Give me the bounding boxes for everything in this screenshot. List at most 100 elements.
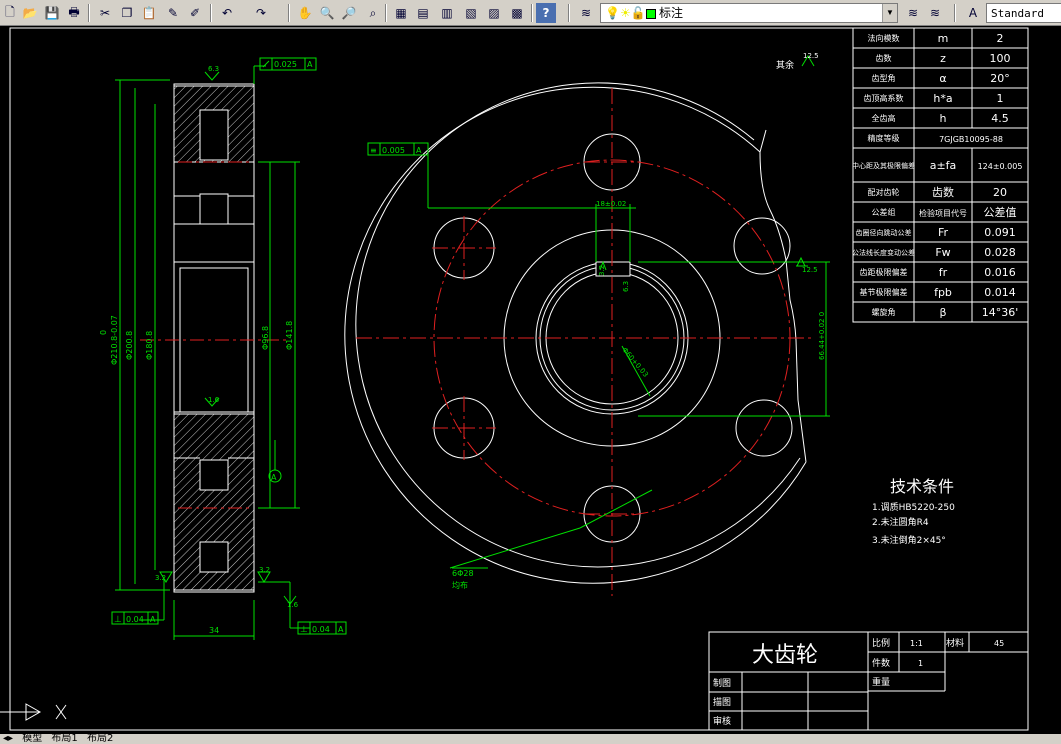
param-value: 100 [990,52,1011,65]
toolpalette-icon[interactable]: ▥ [437,3,457,23]
tab-layout2[interactable]: 布局2 [84,734,116,744]
count-value: 1 [918,659,923,668]
redo-icon[interactable]: ↷ [251,3,271,23]
properties-icon[interactable]: ▦ [391,3,411,23]
rough-1-6b-label: 1.6 [287,601,299,609]
bore-dia-label: Φ60+0.03 [620,346,649,379]
dia-200-label: Φ200.8 [125,331,134,360]
color-swatch-icon [645,8,656,19]
param-value: 0.028 [984,246,1016,259]
pan-icon[interactable]: ✋ [295,3,315,23]
material-label: 材料 [946,637,964,649]
param-name: 公法线长度变动公差 [852,248,915,257]
param-value: 公差值 [984,205,1017,219]
svg-text:⊥: ⊥ [300,625,308,635]
markup-icon[interactable]: ▨ [484,3,504,23]
param-symbol: a±fa [930,159,957,172]
standard-toolbar: 🗋 📂 💾 🖶 ✂ ❐ 📋 ✎ ✐ ↶ ↷ ✋ 🔍 🔎 ⌕ ▦ ▤ ▥ ▧ ▨ … [0,0,1061,26]
param-name: 齿数 [876,53,892,63]
designcenter-icon[interactable]: ▤ [413,3,433,23]
calculator-icon[interactable]: ▩ [507,3,527,23]
symmetry-ref: A [416,146,422,155]
keyway-width-label: 18±0.02 [596,200,626,208]
help-icon[interactable]: ? [536,3,556,23]
param-name: 全齿高 [872,113,896,123]
tab-layout1[interactable]: 布局1 [48,734,80,744]
undo-icon[interactable]: ↶ [217,3,237,23]
save-icon[interactable]: 💾 [42,3,62,23]
dia-180-label: Φ180.8 [145,331,154,360]
rough-12-5a-label: 12.5 [802,266,818,274]
param-value: 124±0.005 [978,162,1023,171]
param-value: 0.016 [984,266,1016,279]
perpendicularity-frame-2: ⊥ 0.04 A [297,621,347,635]
make-current-icon[interactable]: ≋ [903,3,923,23]
new-icon[interactable]: 🗋 [0,3,20,23]
param-name: 齿距极限偏差 [860,267,908,277]
param-value: 0.091 [984,226,1016,239]
weight-label: 重量 [872,676,890,688]
layer-manager-icon[interactable]: ≋ [576,3,596,23]
drawn-label: 制图 [713,677,731,689]
svg-text:⊥: ⊥ [114,615,122,625]
svg-text:≡: ≡ [370,146,377,155]
bulb-icon: 💡 [605,6,620,20]
param-value: 20 [993,186,1007,199]
flatness-ref: A [307,60,313,69]
flatness-value: 0.025 [274,60,297,69]
tab-model[interactable]: 模型 [19,734,45,744]
tech-item-2: 2.未注圆角R4 [872,516,929,528]
perpendicularity-frame-1: ⊥ 0.04 A [111,611,159,625]
layer-previous-icon[interactable]: ≋ [925,3,945,23]
param-value: 2 [997,32,1004,45]
param-symbol: β [939,306,946,319]
layout-tabs: ◂▸ 模型 布局1 布局2 [0,734,1061,744]
plot-icon[interactable]: 🖶 [64,3,84,23]
outer-tol-label: 0 [99,330,108,335]
outer-dia-label: Φ210.8-0.07 [110,315,119,365]
tech-title: 技术条件 [890,477,954,496]
param-symbol: Fw [935,246,950,259]
perp1-ref: A [150,615,156,624]
text-style-name: Standard [991,7,1044,20]
rough-6-3b-label: 6.3 [622,281,630,292]
param-symbol: 齿数 [932,186,954,199]
rough-6-3-label: 6.3 [208,65,219,73]
flatness-frame: 0.025 A [259,57,317,71]
perp2-ref: A [338,625,344,634]
param-symbol: fr [939,266,948,279]
zoom-realtime-icon[interactable]: 🔍 [317,3,337,23]
traced-label: 描图 [713,696,731,708]
drawing-canvas[interactable]: 0.025 A ⊥ 0.04 A ⊥ 0.04 A Φ210.8-0.07 0 … [0,26,1061,734]
param-value: 4.5 [991,112,1009,125]
copy-icon[interactable]: ❐ [117,3,137,23]
zoom-window-icon[interactable]: 🔎 [339,3,359,23]
tab-nav-icon[interactable]: ◂▸ [0,734,16,744]
param-symbol: 检验项目代号 [919,208,967,218]
chevron-down-icon: ▼ [882,4,897,22]
sheetset-icon[interactable]: ▧ [461,3,481,23]
symmetry-value: 0.005 [382,146,405,155]
paste-icon[interactable]: 📋 [139,3,159,23]
scale-label: 比例 [872,637,890,649]
other-rough-label: 其余 [776,59,794,71]
param-name: 配对齿轮 [868,187,900,197]
zoom-previous-icon[interactable]: ⌕ [363,3,383,23]
text-style-icon[interactable]: A [963,3,983,23]
layer-dropdown[interactable]: 💡☀🔓 标注 ▼ [600,3,898,23]
open-icon[interactable]: 📂 [20,3,40,23]
cut-icon[interactable]: ✂ [95,3,115,23]
holes-label: 6Φ28 [452,569,474,578]
match-icon[interactable]: ✐ [185,3,205,23]
param-name: 螺旋角 [872,307,896,317]
rough-1-6a-label: 1.6 [208,396,220,404]
param-symbol: m [938,32,949,45]
lock-icon: 🔓 [630,6,646,20]
dia-96-label: Φ96.8 [261,326,270,350]
text-style-dropdown[interactable]: Standard [986,3,1061,23]
param-symbol: h [940,112,947,125]
drawing-title: 大齿轮 [752,643,818,668]
param-name: 齿型角 [872,73,896,83]
param-name: 公差组 [872,207,896,217]
brush-icon[interactable]: ✎ [163,3,183,23]
